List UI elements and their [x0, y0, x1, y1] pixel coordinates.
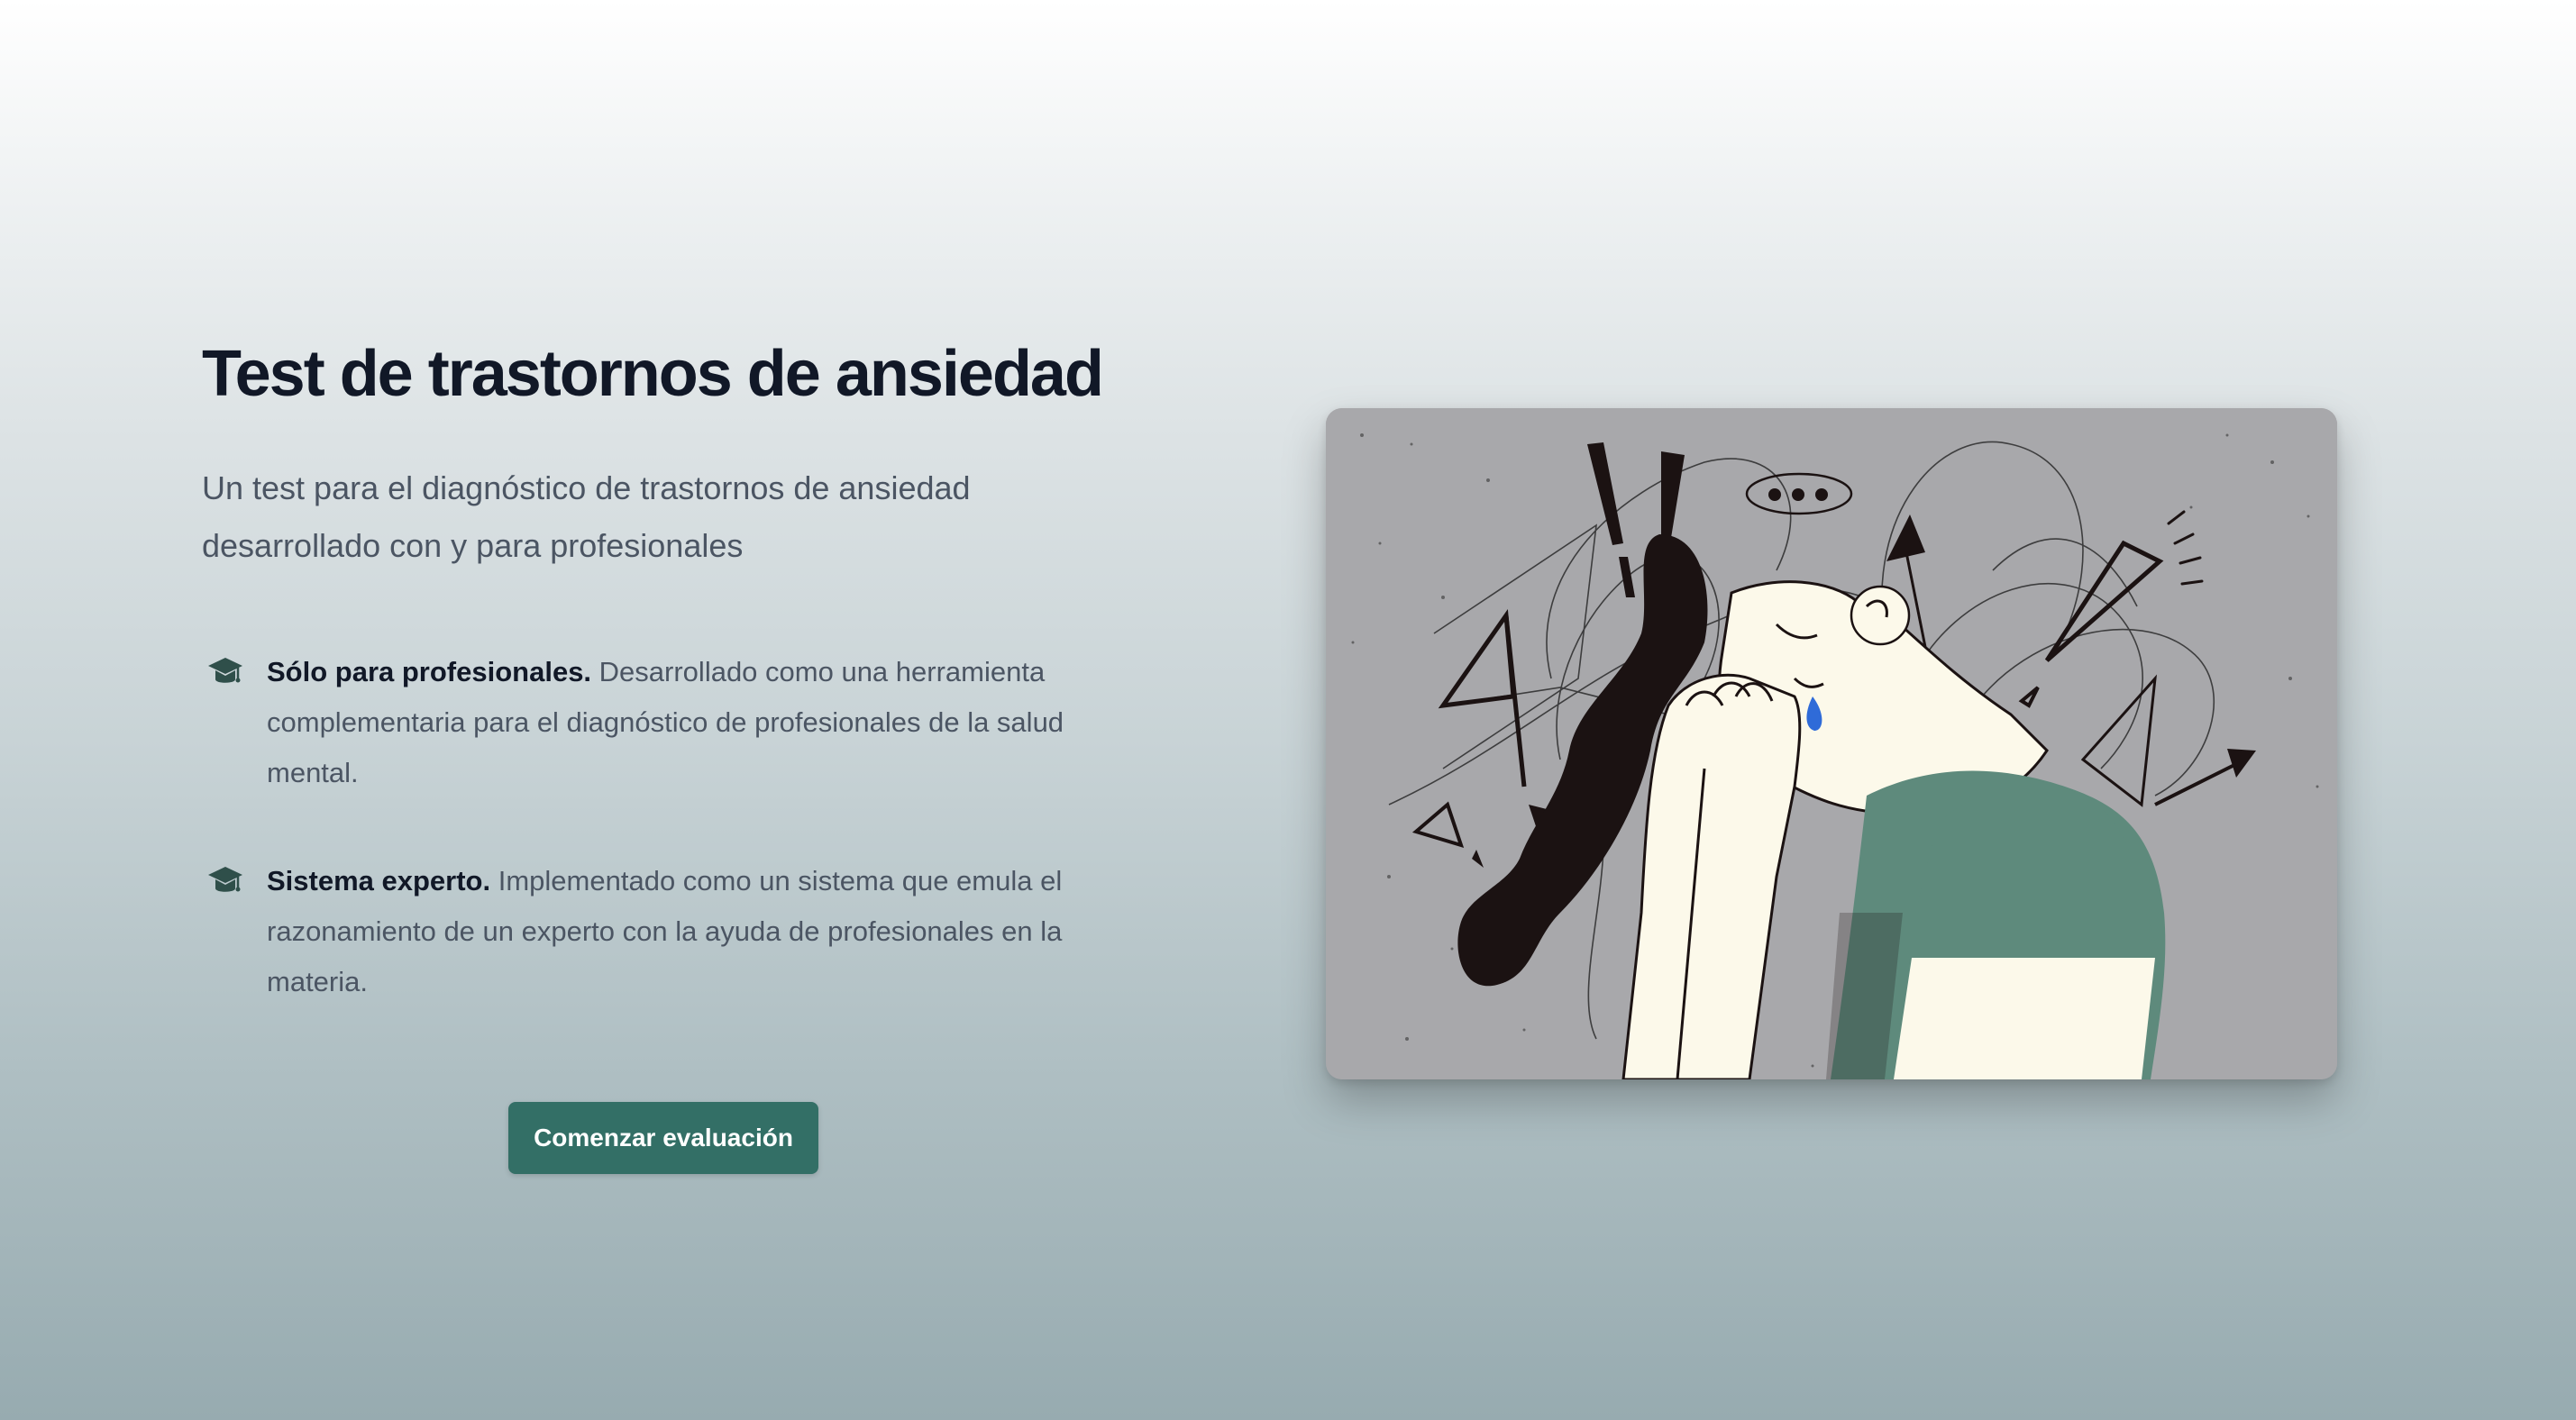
intro-column: Test de trastornos de ansiedad Un test p…	[202, 324, 1121, 1022]
graduation-cap-icon	[208, 658, 242, 683]
start-evaluation-button[interactable]: Comenzar evaluación	[508, 1102, 818, 1174]
hero-section: Test de trastornos de ansiedad Un test p…	[0, 0, 2576, 1420]
feature-item: Sólo para profesionales. Desarrollado co…	[202, 647, 1132, 798]
graduation-cap-icon	[208, 867, 242, 892]
feature-title: Sólo para profesionales.	[267, 656, 592, 687]
anxiety-illustration	[1326, 408, 2337, 1079]
page-subtitle: Un test para el diagnóstico de trastorno…	[202, 469, 971, 564]
page-title: Test de trastornos de ansiedad	[202, 338, 1104, 410]
feature-item: Sistema experto. Implementado como un si…	[202, 856, 1132, 1007]
feature-list: Sólo para profesionales. Desarrollado co…	[202, 647, 1121, 1007]
anxious-person-image	[1326, 408, 2337, 1079]
feature-title: Sistema experto.	[267, 865, 491, 897]
